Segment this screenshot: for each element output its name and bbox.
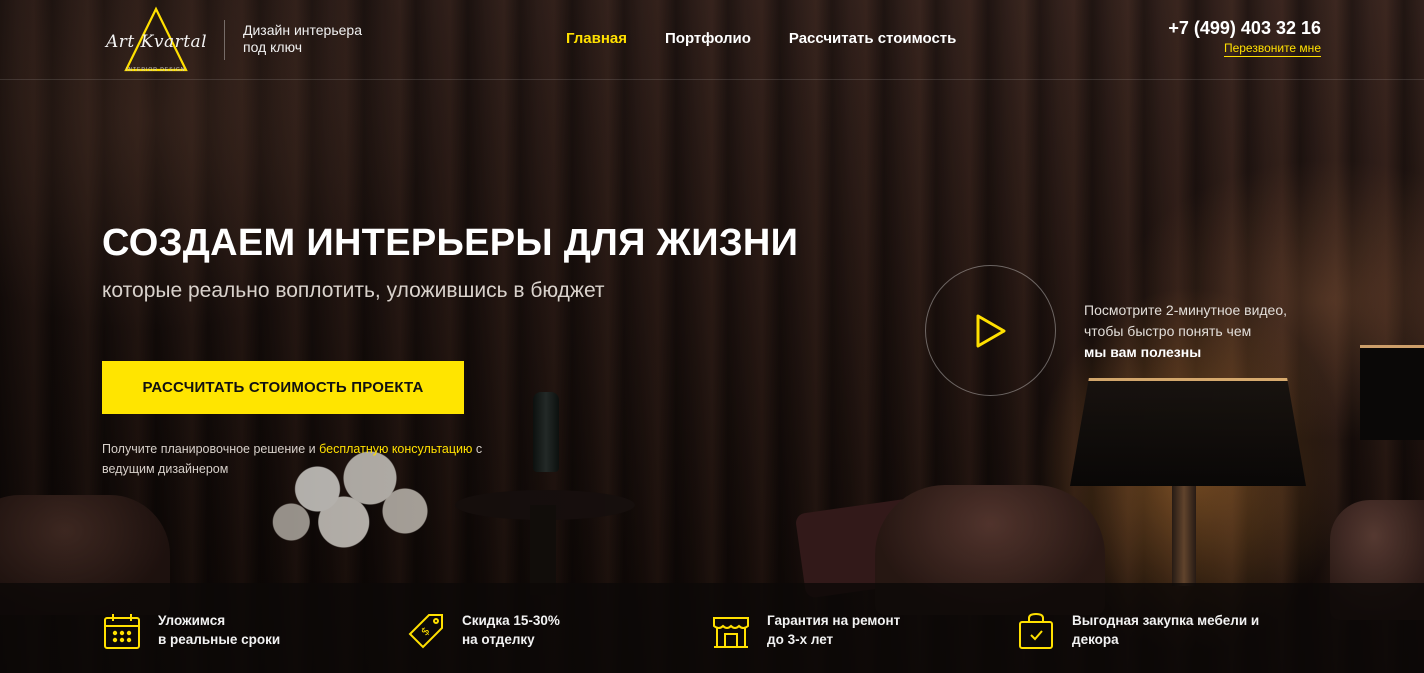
calendar-icon: [102, 611, 142, 651]
site-header: Art Kvartal INTERIOR DESIGN Дизайн интер…: [0, 0, 1424, 80]
feature-deadlines-line1: Уложимся: [158, 613, 226, 628]
callback-link[interactable]: Перезвоните мне: [1223, 41, 1321, 57]
feature-discount-line2: на отделку: [462, 632, 535, 647]
svg-text:$: $: [418, 624, 432, 638]
nav-item-portfolio[interactable]: Портфолио: [665, 30, 751, 47]
logo[interactable]: Art Kvartal INTERIOR DESIGN: [104, 6, 208, 76]
hero-title: СОЗДАЕМ ИНТЕРЬЕРЫ ДЛЯ ЖИЗНИ: [102, 222, 799, 264]
feature-purchase-line1: Выгодная закупка мебели и: [1072, 613, 1260, 628]
features-bar: Уложимся в реальные сроки $ Скидка 15-30%…: [0, 583, 1424, 673]
storefront-icon: [711, 611, 751, 651]
hero-subtitle: которые реально воплотить, уложившись в …: [102, 279, 605, 302]
phone-number[interactable]: +7 (499) 403 32 16: [1168, 18, 1321, 39]
shopping-bag-icon: [1016, 611, 1056, 651]
logo-subtext: INTERIOR DESIGN: [126, 67, 186, 73]
free-consultation-link[interactable]: бесплатную консультацию: [319, 442, 472, 456]
feature-discount-line1: Скидка 15-30%: [462, 613, 560, 628]
note-text-start: Получите планировочное решение и: [102, 442, 320, 456]
nav-item-home[interactable]: Главная: [566, 30, 627, 47]
main-nav: Главная Портфолио Рассчитать стоимость: [566, 30, 956, 47]
nav-item-calculate[interactable]: Рассчитать стоимость: [789, 30, 956, 47]
calculate-project-button[interactable]: РАССЧИТАТЬ СТОИМОСТЬ ПРОЕКТА: [102, 361, 464, 414]
feature-warranty: Гарантия на ремонт до 3-х лет: [711, 611, 967, 651]
video-caption: Посмотрите 2-минутное видео, чтобы быстр…: [1084, 300, 1314, 363]
logo-text: Art Kvartal: [106, 32, 208, 52]
feature-discount: $ Скидка 15-30% на отделку: [406, 611, 662, 651]
feature-warranty-line1: Гарантия на ремонт: [767, 613, 901, 628]
feature-deadlines: Уложимся в реальные сроки: [102, 611, 358, 651]
header-tagline: Дизайн интерьера под ключ: [243, 22, 362, 55]
hero-note: Получите планировочное решение и бесплат…: [102, 439, 522, 479]
price-tag-icon: $: [406, 611, 446, 651]
video-caption-bold: мы вам полезны: [1084, 344, 1202, 360]
feature-purchase-line2: декора: [1072, 632, 1119, 647]
feature-deadlines-line2: в реальные сроки: [158, 632, 281, 647]
feature-purchase: Выгодная закупка мебели и декора: [1016, 611, 1272, 651]
video-caption-text: Посмотрите 2-минутное видео, чтобы быстр…: [1084, 302, 1288, 339]
feature-warranty-line2: до 3-х лет: [767, 632, 834, 647]
header-divider: [224, 20, 225, 60]
video-play-button[interactable]: [925, 265, 1056, 396]
play-icon: [976, 314, 1005, 347]
